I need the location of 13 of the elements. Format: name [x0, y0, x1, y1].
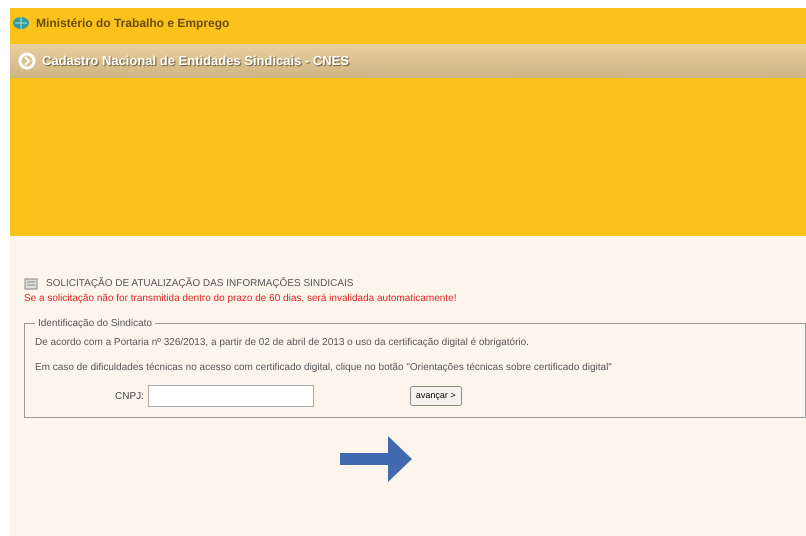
globe-icon	[12, 16, 30, 30]
info-text: De acordo com a Portaria nº 326/2013, a partir de 02 de abril de 2013 o uso da certificação digital é obrigatório.	[35, 336, 530, 350]
fieldset-legend: Identificação do Sindicato	[35, 316, 155, 331]
info-text: Em caso de dificuldades técnicas no acesso com certificado digital, clique no botão "Orientações técnicas sobre certificado digital"	[35, 361, 613, 375]
system-title: Cadastro Nacional de Entidades Sindicais - CNES	[42, 52, 350, 70]
document-icon	[24, 278, 38, 290]
field-label: CNPJ:	[115, 390, 144, 404]
cnpj-input-field[interactable]	[148, 385, 314, 407]
next-button[interactable]: avançar >	[410, 386, 462, 406]
arrow-icon	[340, 436, 412, 482]
ministry-name: Ministério do Trabalho e Emprego	[36, 15, 230, 32]
form-title: SOLICITAÇÃO DE ATUALIZAÇÃO DAS INFORMAÇÕES SINDICAIS	[46, 276, 354, 291]
warning-text: Se a solicitação não for transmitida dentro do prazo de 60 dias, será invalidada automaticamente!	[24, 292, 458, 306]
